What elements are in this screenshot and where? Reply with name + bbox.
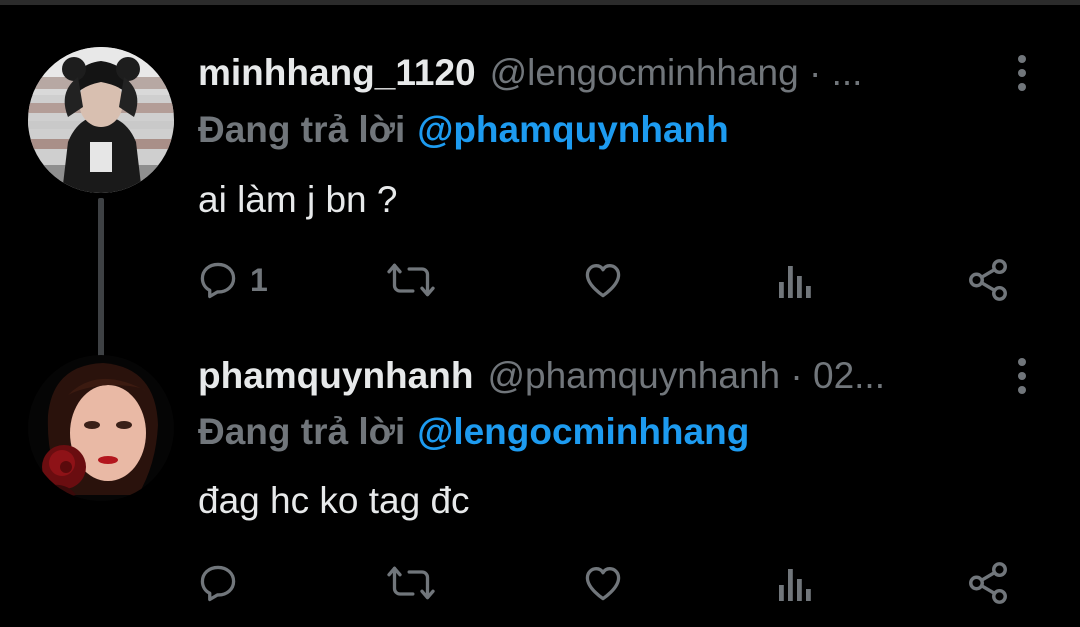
more-vertical-icon[interactable] bbox=[1010, 48, 1034, 98]
like-button[interactable] bbox=[580, 250, 626, 310]
reply-button[interactable]: 1 bbox=[196, 250, 268, 310]
views-button[interactable] bbox=[775, 553, 815, 613]
action-bar: 1 bbox=[0, 250, 1080, 310]
display-name[interactable]: phamquynhanh bbox=[198, 355, 473, 397]
replying-to-mention[interactable]: @phamquynhanh bbox=[417, 109, 729, 151]
retweet-icon bbox=[387, 566, 435, 600]
display-name[interactable]: minhhang_1120 bbox=[198, 52, 476, 94]
tweet[interactable]: minhhang_1120 @lengocminhhang · ... Đang… bbox=[0, 40, 1080, 388]
tweet-header: minhhang_1120 @lengocminhhang · ... bbox=[198, 48, 862, 98]
handle-and-time[interactable]: @lengocminhhang · ... bbox=[490, 52, 863, 94]
top-divider bbox=[0, 0, 1080, 5]
retweet-icon bbox=[387, 263, 435, 297]
reply-count: 1 bbox=[250, 261, 268, 298]
handle-and-time[interactable]: @phamquynhanh · 02... bbox=[487, 355, 885, 397]
replying-to-label: Đang trả lời bbox=[198, 411, 406, 452]
views-icon bbox=[779, 266, 811, 298]
avatar[interactable] bbox=[28, 47, 174, 193]
share-button[interactable] bbox=[965, 250, 1011, 310]
replying-to-label: Đang trả lời bbox=[198, 109, 406, 150]
reply-icon bbox=[200, 565, 236, 602]
retweet-button[interactable] bbox=[385, 250, 437, 310]
tweet-text: ai làm j bn ? bbox=[198, 179, 398, 220]
tweet-text: đag hc ko tag đc bbox=[198, 480, 470, 521]
avatar[interactable] bbox=[28, 355, 174, 501]
heart-icon bbox=[585, 264, 621, 298]
action-bar bbox=[0, 553, 1080, 613]
views-button[interactable] bbox=[775, 250, 815, 310]
tweet[interactable]: phamquynhanh @phamquynhanh · 02... Đang … bbox=[0, 340, 1080, 627]
retweet-button[interactable] bbox=[385, 553, 437, 613]
replying-to: Đang trả lời @lengocminhhang bbox=[198, 407, 749, 457]
share-icon bbox=[969, 562, 1007, 604]
share-icon bbox=[969, 259, 1007, 301]
like-button[interactable] bbox=[580, 553, 626, 613]
replying-to: Đang trả lời @phamquynhanh bbox=[198, 105, 729, 155]
reply-icon bbox=[200, 262, 236, 299]
reply-button[interactable] bbox=[196, 553, 250, 613]
heart-icon bbox=[585, 567, 621, 601]
share-button[interactable] bbox=[965, 553, 1011, 613]
more-vertical-icon[interactable] bbox=[1010, 351, 1034, 401]
views-icon bbox=[779, 569, 811, 601]
tweet-header: phamquynhanh @phamquynhanh · 02... bbox=[198, 351, 885, 401]
replying-to-mention[interactable]: @lengocminhhang bbox=[417, 411, 749, 453]
